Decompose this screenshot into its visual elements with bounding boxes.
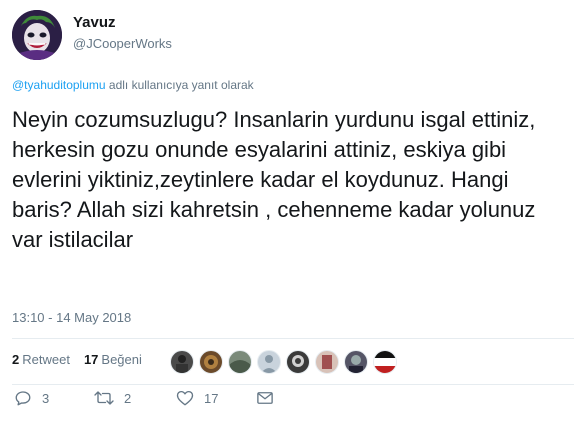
tweet-stats: 2 Retweet 17 Beğeni [12, 352, 156, 367]
heart-icon [176, 390, 194, 406]
reply-count: 3 [42, 390, 50, 406]
author-display-name[interactable]: Yavuz [73, 14, 116, 31]
author-avatar[interactable] [12, 10, 62, 60]
retweets-label: Retweet [22, 352, 70, 367]
likes-stat[interactable]: 17 Beğeni [84, 352, 142, 367]
liker-avatar[interactable] [199, 350, 223, 374]
reply-context: @tyahuditoplumu adlı kullanıcıya yanıt o… [12, 78, 254, 92]
liker-avatar[interactable] [170, 350, 194, 374]
reply-button[interactable]: 3 [14, 389, 49, 407]
actions-top-divider [12, 384, 574, 385]
retweets-count: 2 [12, 352, 20, 367]
envelope-icon [257, 392, 273, 404]
likers-avatar-list [170, 350, 402, 374]
retweet-button[interactable]: 2 [94, 389, 131, 407]
like-count: 17 [204, 390, 219, 406]
retweets-stat[interactable]: 2 Retweet [12, 352, 70, 367]
tweet-timestamp[interactable]: 13:10 - 14 May 2018 [12, 310, 131, 325]
stats-top-divider [12, 338, 574, 339]
direct-message-button[interactable] [256, 389, 274, 407]
liker-avatar[interactable] [286, 350, 310, 374]
retweet-count: 2 [124, 390, 132, 406]
likes-count: 17 [83, 352, 99, 367]
author-handle[interactable]: @JCooperWorks [73, 36, 172, 51]
reply-icon [15, 391, 31, 406]
liker-avatar[interactable] [344, 350, 368, 374]
liker-avatar[interactable] [315, 350, 339, 374]
retweet-icon [94, 391, 114, 405]
likes-label: Beğeni [101, 352, 142, 367]
reply-context-text: adlı kullanıcıya yanıt olarak [105, 78, 254, 92]
liker-avatar[interactable] [373, 350, 397, 374]
avatar-image [12, 10, 62, 60]
tweet-card: Yavuz @JCooperWorks @tyahuditoplumu adlı… [0, 0, 586, 428]
reply-mention-link[interactable]: @tyahuditoplumu [12, 78, 106, 92]
tweet-text: Neyin cozumsuzlugu? Insanlarin yurdunu i… [12, 107, 536, 252]
liker-avatar[interactable] [228, 350, 252, 374]
liker-avatar[interactable] [257, 350, 281, 374]
like-button[interactable]: 17 [176, 389, 218, 407]
